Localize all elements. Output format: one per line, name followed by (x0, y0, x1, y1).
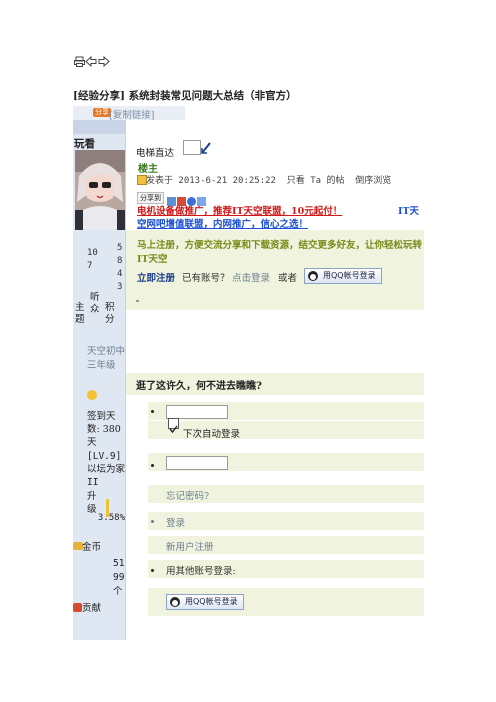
stat-topics: 10 7 (87, 248, 98, 271)
author-header-bar (73, 120, 125, 134)
stat-label-topics[interactable]: 主题 (75, 302, 85, 326)
register-link[interactable]: 立即注册 (137, 270, 175, 284)
ad-link-1-tail[interactable]: IT天 (398, 203, 419, 217)
login-link[interactable]: 点击登录 (232, 270, 270, 284)
or-text: 或者 (278, 273, 298, 284)
user-level: [LV.9]以坛为家II (87, 451, 126, 488)
contrib-label: 贡献 (82, 603, 102, 614)
username-input[interactable] (166, 405, 228, 419)
remember-label: 下次自动登录 (183, 429, 241, 440)
list-bullet (151, 464, 154, 467)
upgrade-percent: 3.58% (97, 513, 125, 523)
register-prompt: 马上注册，方便交流分享和下载资源，结交更多好友，让你轻松玩转IT天空 (137, 240, 423, 265)
post-meta: 发表于 2013-6-21 20:25:22 只看 Ta 的帖 倒序浏览 (146, 176, 392, 186)
avatar[interactable] (75, 150, 125, 230)
smiley-icon (87, 390, 97, 400)
coins-value: 5199 个 (113, 558, 125, 597)
forward-arrow-icon[interactable] (98, 56, 110, 67)
qq-login-button[interactable]: 用QQ帐号登录 (304, 268, 382, 284)
author-sidebar: 玩看 10 7 5 8 4 3 主题 听众 积分 天空初中三年级 签到天数: 3… (73, 120, 125, 640)
elevator-label: 电梯直达 (136, 148, 175, 159)
other-login-label: 用其他账号登录: (166, 566, 236, 577)
qq-login-label: 用QQ帐号登录 (323, 271, 376, 280)
stat-label-listeners[interactable]: 听众 (90, 292, 100, 316)
login-heading-bar: 逛了这许久，何不进去瞧瞧? (126, 373, 424, 395)
user-group[interactable]: 天空初中三年级 (87, 345, 125, 373)
author-name[interactable]: 玩看 (74, 136, 95, 151)
have-account-text: 已有账号？ (182, 273, 230, 284)
new-user-register-link[interactable]: 新用户注册 (166, 539, 214, 553)
qq-penguin-icon (170, 597, 180, 607)
ad-link-2[interactable]: 空网吧增值联盟，内网推广，信心之选！ (137, 216, 308, 230)
checkin-days: 签到天数: 380 天 (87, 411, 121, 448)
login-heading: 逛了这许久，何不进去瞧瞧? (136, 381, 262, 392)
forgot-password-link[interactable]: 忘记密码? (166, 488, 209, 502)
stat-points: 5 8 4 3 (117, 243, 123, 292)
stat-label-points[interactable]: 积分 (105, 302, 115, 326)
elevator-input[interactable] (183, 140, 201, 155)
go-arrow-icon[interactable] (200, 142, 212, 154)
login-row (148, 512, 424, 530)
password-input[interactable] (166, 456, 228, 470)
ad-link-1[interactable]: 电机设备做推广，推荐IT天空联盟，10元起付！ (137, 203, 342, 217)
list-bullet (151, 569, 154, 572)
qq-penguin-icon (308, 271, 318, 281)
list-bullet (151, 410, 154, 413)
coins-label: 金币 (82, 542, 102, 553)
print-icon[interactable] (74, 56, 85, 67)
remember-checkbox[interactable] (168, 418, 179, 434)
small-dot (136, 300, 139, 302)
register-panel: 马上注册，方便交流分享和下载资源，结交更多好友，让你轻松玩转IT天空 立即注册 … (126, 230, 424, 310)
login-button[interactable]: 登录 (166, 515, 185, 529)
qq-login-button-bottom[interactable]: 用QQ帐号登录 (166, 594, 244, 610)
back-arrow-icon[interactable] (85, 56, 97, 67)
page-title: [经验分享] 系统封装常见问题大总结（非官方） (73, 90, 297, 102)
contrib-icon (73, 603, 82, 612)
list-bullet (151, 520, 154, 523)
qq-login-label: 用QQ帐号登录 (185, 597, 238, 606)
copy-link-button[interactable]: [复制链接] (109, 107, 154, 121)
copy-link-bar: 分享 [复制链接] (73, 106, 185, 121)
